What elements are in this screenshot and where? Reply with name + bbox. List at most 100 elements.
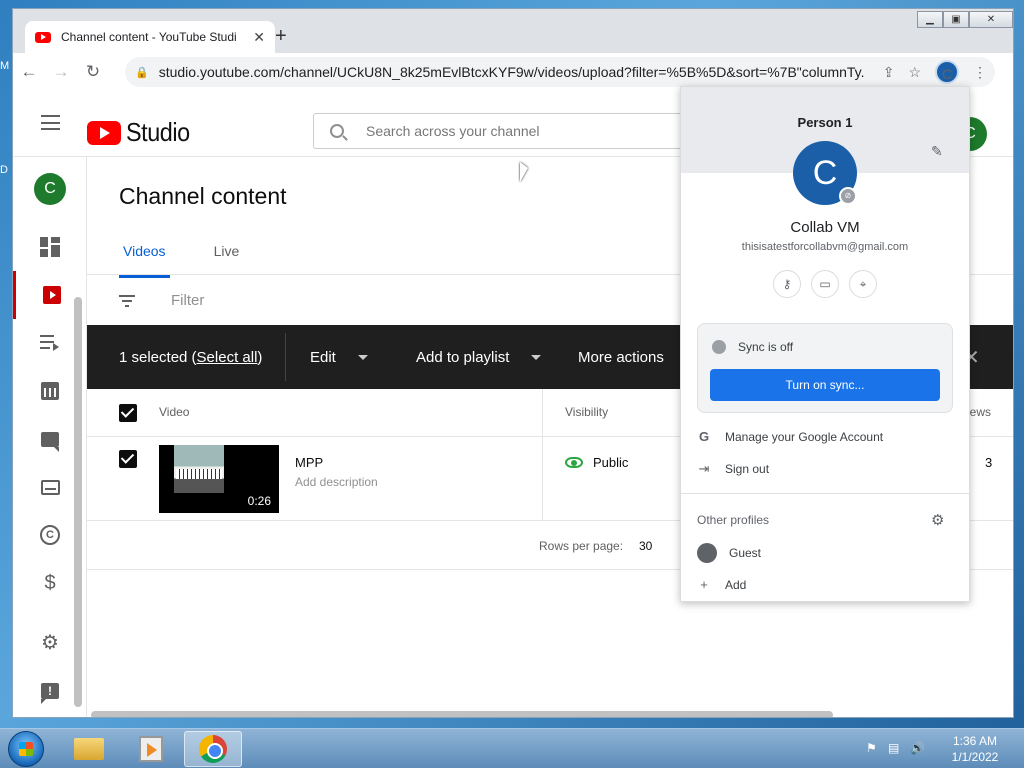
guest-profile-item[interactable]: Guest — [697, 543, 761, 563]
youtube-favicon-icon — [35, 31, 51, 43]
add-label: Add — [725, 577, 747, 592]
turn-on-sync-button[interactable]: Turn on sync... — [710, 369, 940, 401]
plus-icon: + — [700, 577, 708, 592]
channel-avatar[interactable]: C — [34, 173, 66, 205]
bookmark-star-icon[interactable]: ☆ — [908, 64, 921, 81]
chrome-icon — [199, 735, 227, 763]
video-thumbnail[interactable]: 0:26 — [159, 445, 279, 513]
search-placeholder: Search across your channel — [366, 123, 540, 139]
edit-label: Edit — [310, 348, 336, 366]
more-actions-button[interactable]: More actions — [578, 325, 664, 389]
thumbnail-image — [174, 445, 224, 493]
taskbar-explorer[interactable] — [60, 731, 118, 767]
network-icon[interactable]: ▤ — [888, 741, 902, 755]
profile-button[interactable]: C — [935, 60, 959, 84]
maximize-button[interactable]: ▣ — [943, 11, 969, 28]
guest-avatar-icon — [697, 543, 717, 563]
lock-icon: 🔒 — [135, 66, 149, 79]
sign-out-item[interactable]: ⇥ Sign out — [697, 461, 770, 477]
caret-down-icon — [531, 354, 542, 360]
studio-logo[interactable]: Studio — [87, 117, 197, 148]
tab-title: Channel content - YouTube Studio — [61, 30, 236, 44]
playlist-icon — [40, 333, 60, 353]
url-text[interactable]: studio.youtube.com/channel/UCkU8N_8k25mE… — [159, 64, 864, 80]
filter-icon[interactable] — [119, 295, 135, 307]
sign-out-icon: ⇥ — [698, 461, 710, 476]
selected-suffix: ) — [257, 348, 263, 366]
content-tabs: Videos Live — [119, 243, 243, 278]
select-all-checkbox[interactable] — [119, 404, 137, 422]
visibility-value[interactable]: Public — [593, 455, 628, 470]
guest-label: Guest — [729, 546, 762, 560]
account-email: thisisatestforcollabvm@gmail.com — [741, 241, 909, 253]
folder-icon — [74, 738, 104, 760]
sync-disabled-icon — [712, 340, 726, 354]
mouse-cursor-icon — [520, 162, 528, 182]
profile-menu-popup: Person 1 ✎ C ⊘ Collab VM thisisatestforc… — [680, 86, 970, 602]
caret-down-icon — [357, 354, 368, 360]
filter-input[interactable]: Filter — [171, 292, 204, 309]
column-visibility[interactable]: Visibility — [565, 405, 608, 419]
rows-per-page-label: Rows per page: — [539, 539, 624, 553]
select-all-link[interactable]: Select all — [197, 349, 258, 366]
sidebar-item-dashboard[interactable] — [13, 223, 87, 271]
eye-icon — [565, 457, 583, 468]
hamburger-menu-icon[interactable] — [41, 115, 60, 130]
desktop-icon-label: D — [0, 164, 8, 176]
manage-account-item[interactable]: G Manage your Google Account — [697, 429, 883, 444]
sync-off-icon: ⊘ — [839, 187, 857, 205]
share-icon[interactable]: ⇪ — [883, 64, 895, 81]
action-center-flag-icon[interactable]: ⚑ — [866, 741, 880, 755]
close-window-button[interactable]: ✕ — [969, 11, 1013, 28]
add-profile-item[interactable]: + Add — [697, 577, 746, 592]
tab-live[interactable]: Live — [210, 243, 244, 278]
search-icon — [330, 124, 344, 138]
edit-dropdown[interactable]: Edit — [310, 325, 368, 389]
system-tray: ⚑ ▤ 🔊 — [866, 741, 925, 755]
horizontal-scrollbar[interactable] — [91, 711, 833, 717]
column-views[interactable]: iews — [967, 405, 991, 419]
google-icon: G — [698, 429, 710, 444]
start-button[interactable] — [8, 731, 44, 767]
sidebar-scrollbar[interactable] — [74, 297, 82, 707]
column-video[interactable]: Video — [159, 405, 189, 419]
minimize-button[interactable]: ▁ — [917, 11, 943, 28]
subtitles-icon — [40, 479, 60, 495]
other-profiles-label: Other profiles — [697, 513, 770, 527]
browser-tab[interactable]: Channel content - YouTube Studio ✕ — [25, 21, 275, 53]
menu-dots-icon[interactable]: ⋮ — [973, 64, 987, 81]
row-checkbox[interactable] — [119, 450, 137, 468]
video-description[interactable]: Add description — [295, 475, 378, 489]
reload-button[interactable]: ↻ — [77, 62, 109, 82]
taskbar-clock[interactable]: 1:36 AM 1/1/2022 — [940, 733, 1010, 765]
window-controls: ▁ ▣ ✕ — [917, 11, 1013, 28]
taskbar-chrome[interactable] — [184, 731, 242, 767]
forward-button[interactable]: → — [45, 62, 77, 82]
profile-name: Person 1 — [797, 115, 853, 130]
add-to-playlist-dropdown[interactable]: Add to playlist — [416, 325, 542, 389]
edit-pencil-icon[interactable]: ✎ — [931, 143, 943, 160]
back-button[interactable]: ← — [13, 62, 45, 82]
media-player-icon — [139, 736, 163, 762]
selected-prefix: 1 selected ( — [119, 348, 197, 366]
popup-divider — [681, 493, 969, 494]
rows-per-page-select[interactable]: 30 — [639, 539, 652, 553]
video-title[interactable]: MPP — [295, 455, 323, 470]
clock-time: 1:36 AM — [952, 734, 998, 748]
volume-icon[interactable]: 🔊 — [910, 741, 925, 755]
payment-card-icon[interactable]: ▭ — [811, 270, 839, 298]
addresses-pin-icon[interactable]: ⌖ — [849, 270, 877, 298]
taskbar-media-player[interactable] — [122, 731, 180, 767]
close-tab-icon[interactable]: ✕ — [253, 29, 265, 46]
windows-taskbar: ⚑ ▤ 🔊 1:36 AM 1/1/2022 — [0, 728, 1024, 768]
video-duration: 0:26 — [247, 494, 271, 508]
address-bar[interactable]: 🔒 studio.youtube.com/channel/UCkU8N_8k25… — [125, 57, 995, 87]
tab-videos[interactable]: Videos — [119, 243, 170, 278]
passwords-key-icon[interactable]: ⚷ — [773, 270, 801, 298]
sync-status: Sync is off — [738, 340, 794, 354]
manage-account-label: Manage your Google Account — [725, 429, 884, 444]
manage-profiles-gear-icon[interactable]: ⚙ — [931, 511, 944, 529]
sidebar: C C $ ⚙ ! — [13, 157, 87, 717]
search-box[interactable]: Search across your channel — [313, 113, 693, 149]
new-tab-button[interactable]: + — [275, 25, 287, 48]
